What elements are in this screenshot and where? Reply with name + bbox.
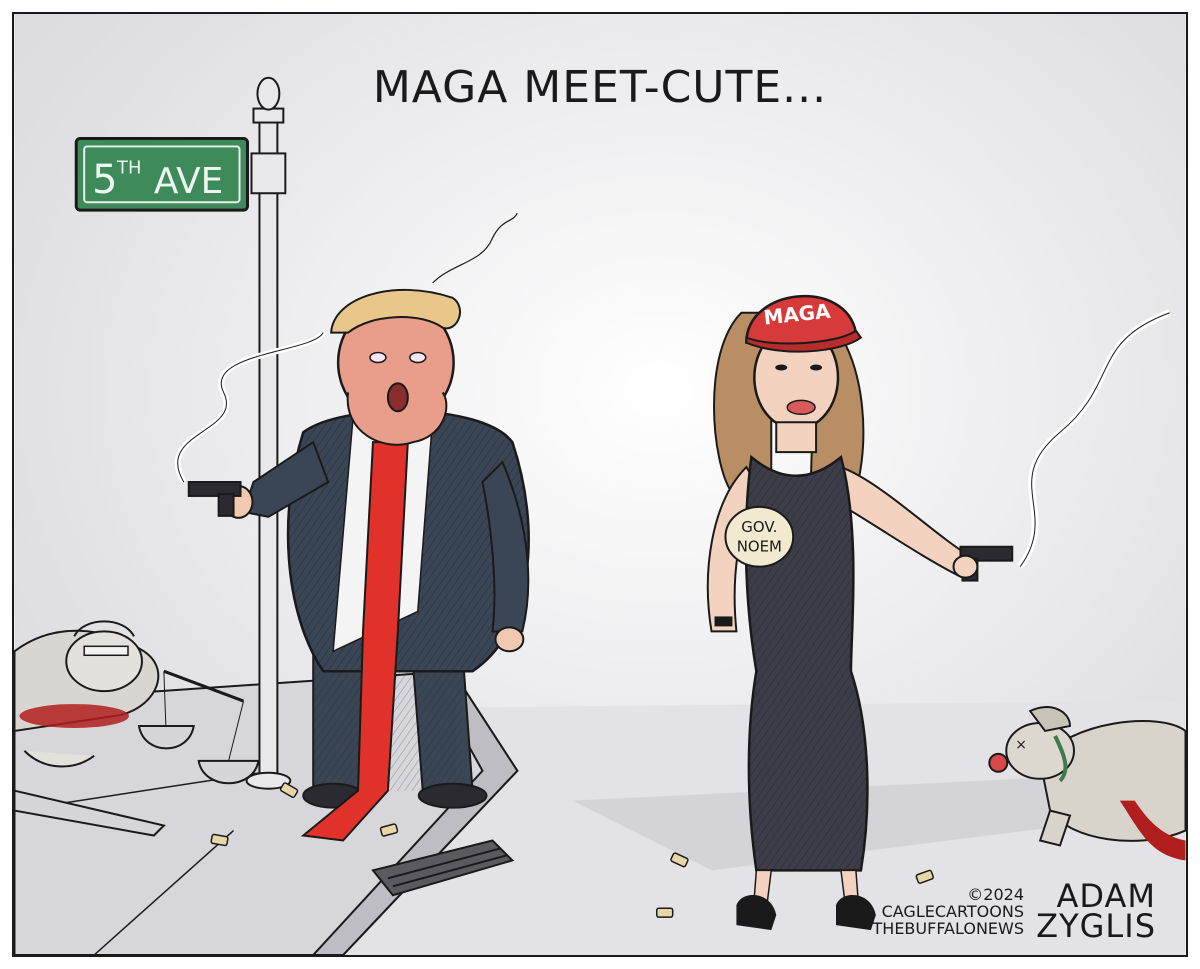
credit-cagle: CAGLECARTOONS (881, 902, 1024, 921)
cartoon-frame: 5 TH AVE MAGA GOV. NOEM × MAGA MEET-CUTE… (12, 12, 1188, 957)
gov-noem-badge: GOV. NOEM (724, 505, 795, 568)
copyright-year: ©2024 (967, 885, 1024, 904)
cartoon-title: MAGA MEET-CUTE... (372, 62, 828, 113)
credit-buffalo-news: THEBUFFALONEWS (872, 919, 1024, 938)
artist-last-name: ZYGLIS (1036, 907, 1156, 945)
sign-word: AVE (154, 161, 223, 202)
artist-signature: ADAM ZYGLIS ©2024 CAGLECARTOONS THEBUFFA… (873, 880, 1156, 945)
x-eye-icon: × (1015, 737, 1027, 753)
cartoon-illustration: 5 TH AVE MAGA GOV. NOEM × (14, 14, 1186, 955)
street-sign-5th-ave: 5 TH AVE (74, 136, 249, 212)
sign-number: 5 (92, 157, 117, 203)
sign-superscript: TH (116, 157, 141, 178)
badge-line2: NOEM (737, 538, 782, 556)
badge-line1: GOV. (741, 518, 777, 536)
credits: ©2024 CAGLECARTOONS THEBUFFALONEWS (873, 886, 1024, 937)
